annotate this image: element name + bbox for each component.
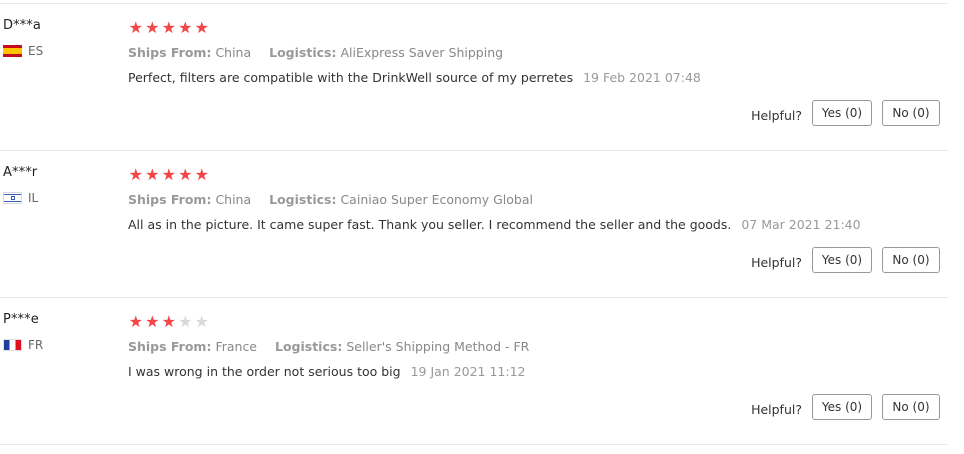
- reviewer-name: A***r: [3, 165, 38, 180]
- review-content: I was wrong in the order not serious too…: [128, 364, 526, 379]
- review-item: D***a ES ★ ★ ★ ★ ★ Ships From: China Log…: [0, 4, 948, 151]
- star-filled-icon: ★: [128, 18, 143, 37]
- ships-from-label: Ships From:: [128, 45, 212, 60]
- reviewer-country: FR: [3, 338, 43, 352]
- shipping-info: Ships From: China Logistics: AliExpress …: [128, 45, 503, 60]
- helpful-no-button[interactable]: No (0): [882, 394, 940, 420]
- helpful-label: Helpful?: [751, 107, 802, 123]
- israel-flag-icon: [3, 192, 22, 204]
- country-code: ES: [28, 44, 44, 58]
- country-code: FR: [28, 338, 44, 352]
- helpful-yes-button[interactable]: Yes (0): [812, 394, 872, 420]
- reviewer-country: ES: [3, 44, 43, 58]
- star-empty-icon: ★: [178, 312, 193, 331]
- logistics-value: Cainiao Super Economy Global: [340, 192, 533, 207]
- reviewer-country: IL: [3, 191, 38, 205]
- star-empty-icon: ★: [194, 312, 209, 331]
- star-filled-icon: ★: [161, 18, 176, 37]
- france-flag-icon: [3, 339, 22, 351]
- star-filled-icon: ★: [178, 165, 193, 184]
- reviewer-name: D***a: [3, 18, 41, 33]
- review-content: All as in the picture. It came super fas…: [128, 217, 861, 232]
- star-filled-icon: ★: [145, 165, 160, 184]
- review-item: P***e FR ★ ★ ★ ★ ★ Ships From: France Lo…: [0, 298, 948, 445]
- review-text: All as in the picture. It came super fas…: [128, 217, 732, 232]
- logistics-value: Seller's Shipping Method - FR: [346, 339, 530, 354]
- review-content: Perfect, filters are compatible with the…: [128, 70, 701, 85]
- helpful-no-button[interactable]: No (0): [882, 247, 940, 273]
- star-filled-icon: ★: [161, 312, 176, 331]
- review-date: 07 Mar 2021 21:40: [741, 217, 861, 232]
- ships-from-value: France: [215, 339, 258, 354]
- review-date: 19 Feb 2021 07:48: [583, 70, 701, 85]
- star-filled-icon: ★: [145, 18, 160, 37]
- ships-from-label: Ships From:: [128, 192, 212, 207]
- logistics-label: Logistics:: [274, 339, 343, 354]
- country-code: IL: [28, 191, 39, 205]
- star-filled-icon: ★: [194, 165, 209, 184]
- ships-from-value: China: [215, 45, 252, 60]
- ships-from-label: Ships From:: [128, 339, 212, 354]
- star-rating: ★ ★ ★ ★ ★: [128, 314, 210, 330]
- helpful-vote: Helpful? Yes (0) No (0): [751, 247, 940, 273]
- logistics-label: Logistics:: [269, 45, 337, 60]
- logistics-label: Logistics:: [269, 192, 337, 207]
- spain-flag-icon: [3, 45, 22, 57]
- review-item: A***r IL ★ ★ ★ ★ ★ Ships From: China Log…: [0, 151, 948, 298]
- helpful-yes-button[interactable]: Yes (0): [812, 247, 872, 273]
- star-filled-icon: ★: [161, 165, 176, 184]
- review-text: Perfect, filters are compatible with the…: [128, 70, 574, 85]
- helpful-label: Helpful?: [751, 401, 802, 417]
- review-date: 19 Jan 2021 11:12: [410, 364, 526, 379]
- star-filled-icon: ★: [178, 18, 193, 37]
- helpful-vote: Helpful? Yes (0) No (0): [751, 100, 940, 126]
- helpful-no-button[interactable]: No (0): [882, 100, 940, 126]
- helpful-label: Helpful?: [751, 254, 802, 270]
- review-text: I was wrong in the order not serious too…: [128, 364, 401, 379]
- shipping-info: Ships From: China Logistics: Cainiao Sup…: [128, 192, 533, 207]
- helpful-yes-button[interactable]: Yes (0): [812, 100, 872, 126]
- star-filled-icon: ★: [145, 312, 160, 331]
- star-rating: ★ ★ ★ ★ ★: [128, 20, 210, 36]
- star-filled-icon: ★: [128, 165, 143, 184]
- star-rating: ★ ★ ★ ★ ★: [128, 167, 210, 183]
- helpful-vote: Helpful? Yes (0) No (0): [751, 394, 940, 420]
- star-filled-icon: ★: [128, 312, 143, 331]
- logistics-value: AliExpress Saver Shipping: [340, 45, 504, 60]
- star-filled-icon: ★: [194, 18, 209, 37]
- reviewer-name: P***e: [3, 312, 39, 327]
- shipping-info: Ships From: France Logistics: Seller's S…: [128, 339, 529, 354]
- ships-from-value: China: [215, 192, 252, 207]
